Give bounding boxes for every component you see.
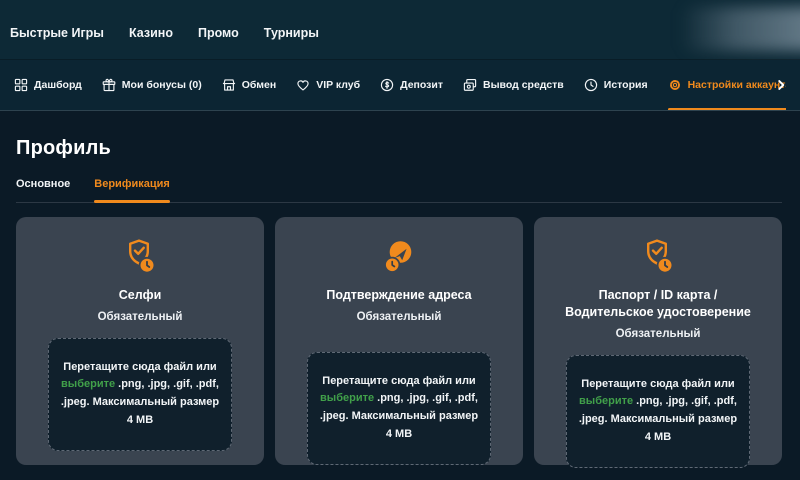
account-nav-item-label: Обмен xyxy=(242,79,276,91)
profile-tab-1[interactable]: Основное xyxy=(16,178,70,202)
top-nav-item-2[interactable]: Казино xyxy=(129,26,173,40)
choose-file-link[interactable]: выберите xyxy=(579,395,633,407)
account-nav-item-8[interactable]: Настройки аккаунта xyxy=(668,60,786,110)
shield-check-clock-icon xyxy=(30,237,250,279)
coin-icon xyxy=(380,78,394,92)
choose-file-link[interactable]: выберите xyxy=(320,392,374,404)
profile-tabs: Основное Верификация xyxy=(16,178,782,203)
shop-icon xyxy=(222,78,236,92)
account-nav-item-4[interactable]: VIP клуб xyxy=(296,60,360,110)
account-nav-item-label: Депозит xyxy=(400,79,443,91)
top-nav: Быстрые Игры Казино Промо Турниры xyxy=(0,0,800,60)
choose-file-link[interactable]: выберите xyxy=(61,378,115,390)
account-nav-item-1[interactable]: Дашборд xyxy=(14,60,82,110)
verification-card-2: Подтверждение адреса Обязательный Перета… xyxy=(275,217,523,465)
card-title: Селфи xyxy=(30,287,250,304)
blurred-user-info xyxy=(680,7,800,51)
dropzone-text: Перетащите сюда файл или xyxy=(581,378,734,390)
verification-cards: Селфи Обязательный Перетащите сюда файл … xyxy=(16,217,786,465)
file-dropzone[interactable]: Перетащите сюда файл или выберите .png, … xyxy=(566,355,750,468)
verification-card-3: Паспорт / ID карта / Водительское удосто… xyxy=(534,217,782,465)
card-required-badge: Обязательный xyxy=(30,311,250,323)
account-nav-item-label: Мои бонусы (0) xyxy=(122,79,202,91)
card-title: Паспорт / ID карта / Водительское удосто… xyxy=(548,287,768,321)
account-nav-item-6[interactable]: Вывод средств xyxy=(463,60,564,110)
dashboard-icon xyxy=(14,78,28,92)
gear-icon xyxy=(668,78,682,92)
top-nav-items: Быстрые Игры Казино Промо Турниры xyxy=(10,26,319,40)
account-nav-item-label: История xyxy=(604,79,648,91)
app-root: Быстрые Игры Казино Промо Турниры Дашборд М… xyxy=(0,0,800,480)
page-title: Профиль xyxy=(16,137,786,160)
verification-card-1: Селфи Обязательный Перетащите сюда файл … xyxy=(16,217,264,465)
dropzone-text: Перетащите сюда файл или xyxy=(63,361,216,373)
top-nav-item-1[interactable]: Быстрые Игры xyxy=(10,26,104,40)
card-required-badge: Обязательный xyxy=(289,311,509,323)
top-nav-item-4[interactable]: Турниры xyxy=(264,26,319,40)
profile-tab-2[interactable]: Верификация xyxy=(94,178,170,202)
account-nav-item-label: Дашборд xyxy=(34,79,82,91)
gift-icon xyxy=(102,78,116,92)
account-nav-item-7[interactable]: История xyxy=(584,60,648,110)
account-nav-item-label: Вывод средств xyxy=(483,79,564,91)
chevron-right-icon[interactable] xyxy=(774,78,788,92)
clock-icon xyxy=(584,78,598,92)
card-title: Подтверждение адреса xyxy=(289,287,509,304)
top-nav-item-3[interactable]: Промо xyxy=(198,26,239,40)
account-nav: Дашборд Мои бонусы (0) Обмен VIP клуб Де… xyxy=(0,60,800,111)
account-nav-item-label: VIP клуб xyxy=(316,79,360,91)
dropzone-text: Перетащите сюда файл или xyxy=(322,375,475,387)
account-nav-item-2[interactable]: Мои бонусы (0) xyxy=(102,60,202,110)
file-dropzone[interactable]: Перетащите сюда файл или выберите .png, … xyxy=(48,338,232,451)
main-content: Профиль Основное Верификация Селфи Обязат… xyxy=(0,111,800,465)
file-dropzone[interactable]: Перетащите сюда файл или выберите .png, … xyxy=(307,352,491,465)
compass-clock-icon xyxy=(289,237,509,279)
account-nav-item-5[interactable]: Депозит xyxy=(380,60,443,110)
banknotes-icon xyxy=(463,78,477,92)
account-nav-item-label: Настройки аккаунта xyxy=(688,79,786,91)
shield-check-clock-icon xyxy=(548,237,768,279)
card-required-badge: Обязательный xyxy=(548,328,768,340)
heart-icon xyxy=(296,78,310,92)
account-nav-item-3[interactable]: Обмен xyxy=(222,60,276,110)
account-nav-items: Дашборд Мои бонусы (0) Обмен VIP клуб Де… xyxy=(14,60,786,110)
